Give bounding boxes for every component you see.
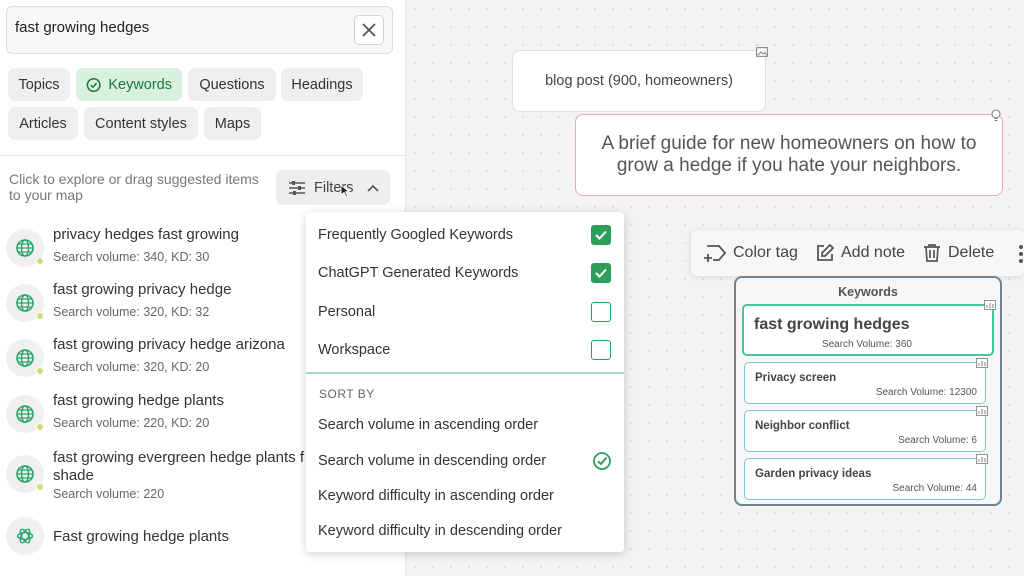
keywords-group[interactable]: Keywords fast growing hedges Search Volu…	[734, 276, 1002, 506]
search-input[interactable]	[15, 19, 345, 36]
keyword-card[interactable]: Garden privacy ideas Search Volume: 44	[744, 458, 986, 500]
keyword-name: Neighbor conflict	[755, 420, 850, 432]
chip-label: Questions	[199, 76, 265, 93]
status-dot	[36, 483, 44, 491]
chip-label: Maps	[214, 115, 251, 132]
add-note-button[interactable]: Add note	[815, 243, 905, 263]
chip-headings[interactable]: Headings	[281, 68, 363, 101]
keyword-name: fast growing hedges	[754, 316, 910, 333]
item-title: fast growing hedge plants	[53, 392, 224, 409]
add-note-label: Add note	[841, 244, 906, 261]
status-dot	[36, 257, 44, 265]
delete-label: Delete	[948, 244, 995, 261]
node-text: A brief guide for new homeowners on how …	[601, 133, 977, 176]
item-title: fast growing evergreen hedge plants f	[53, 449, 304, 466]
trash-icon	[924, 244, 940, 262]
panel-divider	[0, 155, 405, 156]
check-circle-icon	[86, 77, 101, 92]
image-icon	[756, 47, 768, 57]
sort-option-volume-desc[interactable]: Search volume in descending order	[318, 453, 546, 469]
filters-button[interactable]: Filters	[276, 170, 390, 205]
item-subtitle: Search volume: 320, KD: 20	[53, 360, 210, 374]
bar-chart-icon	[976, 406, 988, 416]
filter-option-workspace[interactable]: Workspace	[318, 342, 390, 358]
chip-questions[interactable]: Questions	[188, 68, 276, 101]
keyword-card[interactable]: fast growing hedges Search Volume: 360	[742, 304, 994, 356]
filters-dropdown: Frequently Googled Keywords ChatGPT Gene…	[306, 212, 624, 552]
tag-plus-icon	[704, 245, 727, 262]
node-text: blog post (900, homeowners)	[545, 73, 733, 89]
bar-chart-icon	[984, 300, 996, 310]
item-title: privacy hedges fast growing	[53, 226, 239, 243]
mouse-cursor-icon	[340, 184, 350, 198]
chip-articles[interactable]: Articles	[8, 107, 78, 140]
chip-label: Headings	[291, 76, 353, 93]
search-box	[6, 6, 393, 54]
status-dot	[36, 312, 44, 320]
dropdown-divider	[306, 372, 624, 374]
status-dot	[36, 423, 44, 431]
item-title: fast growing privacy hedge arizona	[53, 336, 285, 353]
keyword-volume: Search Volume: 12300	[875, 387, 977, 398]
node-toolbar: Color tag Add note Delete	[691, 230, 1024, 276]
bar-chart-icon	[976, 358, 988, 368]
sliders-icon	[289, 180, 305, 195]
color-tag-label: Color tag	[733, 244, 798, 261]
edit-icon	[817, 243, 835, 261]
item-subtitle: Search volume: 220	[53, 487, 165, 501]
check-icon	[595, 268, 607, 278]
keyword-card[interactable]: Privacy screen Search Volume: 12300	[744, 362, 986, 404]
keywords-group-title: Keywords	[838, 285, 898, 299]
keyword-volume: Search Volume: 44	[892, 483, 978, 494]
item-subtitle: Search volume: 220, KD: 20	[53, 416, 210, 430]
chip-label: Topics	[18, 76, 60, 93]
item-title: fast growing privacy hedge	[53, 281, 232, 298]
keyword-volume: Search Volume: 6	[898, 435, 977, 446]
chip-content-styles[interactable]: Content styles	[84, 107, 198, 140]
panel-hint: Click to explore or drag suggested items…	[9, 171, 259, 203]
openai-icon	[6, 517, 44, 555]
keyword-volume: Search Volume: 360	[821, 339, 912, 350]
item-title: Fast growing hedge plants	[53, 528, 229, 545]
status-dot	[36, 367, 44, 375]
chip-keywords[interactable]: Keywords	[76, 68, 182, 101]
clear-search-button[interactable]	[354, 15, 384, 45]
lightbulb-icon	[991, 109, 1001, 121]
chip-maps[interactable]: Maps	[204, 107, 261, 140]
check-icon	[595, 230, 607, 240]
check-circle-icon	[593, 452, 611, 470]
filter-option-chatgpt[interactable]: ChatGPT Generated Keywords	[318, 265, 518, 281]
chevron-up-icon	[367, 184, 380, 192]
guide-prompt-node[interactable]: A brief guide for new homeowners on how …	[575, 114, 1003, 196]
checkbox-personal[interactable]	[591, 302, 611, 322]
item-title-continued: shade	[53, 467, 94, 484]
keyword-card[interactable]: Neighbor conflict Search Volume: 6	[744, 410, 986, 452]
sort-option-kd-asc[interactable]: Keyword difficulty in ascending order	[318, 488, 554, 504]
close-icon	[362, 23, 376, 37]
chip-label: Keywords	[108, 76, 172, 93]
checkbox-googled[interactable]	[591, 225, 611, 245]
sort-option-volume-asc[interactable]: Search volume in ascending order	[318, 417, 538, 433]
item-subtitle: Search volume: 320, KD: 32	[53, 305, 210, 319]
bar-chart-icon	[976, 454, 988, 464]
checkbox-chatgpt[interactable]	[591, 263, 611, 283]
blog-post-node[interactable]: blog post (900, homeowners)	[512, 50, 766, 112]
item-subtitle: Search volume: 340, KD: 30	[53, 250, 210, 264]
chip-label: Articles	[19, 115, 67, 132]
delete-button[interactable]: Delete	[922, 243, 994, 263]
more-vertical-icon[interactable]	[1018, 244, 1024, 264]
color-tag-button[interactable]: Color tag	[703, 243, 798, 263]
filter-option-googled[interactable]: Frequently Googled Keywords	[318, 227, 513, 243]
keyword-name: Privacy screen	[755, 372, 837, 384]
sort-by-heading: SORT BY	[319, 387, 375, 401]
chip-topics[interactable]: Topics	[8, 68, 70, 101]
filter-option-personal[interactable]: Personal	[318, 304, 375, 320]
sort-option-kd-desc[interactable]: Keyword difficulty in descending order	[318, 523, 562, 539]
keyword-name: Garden privacy ideas	[755, 468, 872, 480]
chip-label: Content styles	[95, 115, 187, 132]
checkbox-workspace[interactable]	[591, 340, 611, 360]
